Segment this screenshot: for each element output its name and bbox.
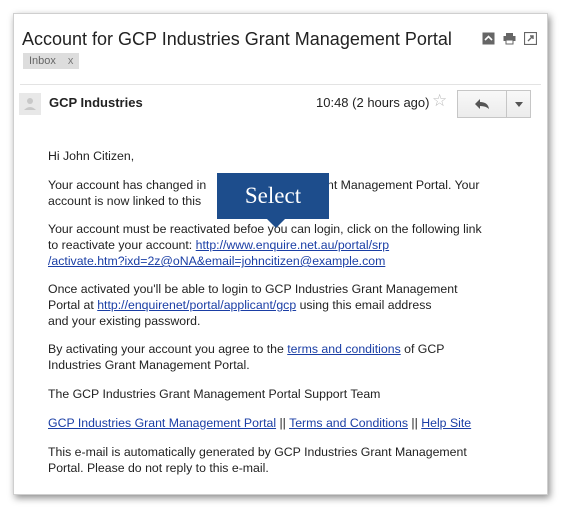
top-actions [482,32,537,45]
person-icon [24,98,36,110]
chevron-down-icon [514,101,523,107]
footer-portal-link[interactable]: GCP Industries Grant Management Portal [48,416,276,430]
reactivate-link-line2[interactable]: /activate.htm?ixd=2z@oNA&email=johncitiz… [48,254,385,268]
p3-text-a: Once activated you'll be able to login t… [48,282,458,296]
paragraph-4: By activating your account you agree to … [48,341,523,373]
reply-button[interactable] [457,90,507,118]
terms-link[interactable]: terms and conditions [287,342,400,356]
print-icon[interactable] [503,32,516,45]
p4-text-a: By activating your account you agree to … [48,342,288,356]
paragraph-2: Your account must be reactivated befoe y… [48,221,523,269]
greeting: Hi John Citizen, [48,149,135,163]
star-icon[interactable]: ☆ [432,91,447,111]
signature: The GCP Industries Grant Management Port… [48,387,381,401]
reactivate-link-line1[interactable]: http://www.enquire.net.au/portal/srp [196,238,389,252]
select-tooltip: Select [217,173,329,219]
portal-link[interactable]: http://enquirenet/portal/applicant/gcp [97,298,296,312]
footer-links: GCP Industries Grant Management Portal |… [48,415,523,431]
p4-text-c: Industries Grant Management Portal. [48,358,250,372]
p4-text-b: of GCP [400,342,445,356]
p3-text-c: using this email address [296,298,432,312]
label-text: Inbox [29,55,56,67]
remove-label-button[interactable]: x [68,53,74,69]
timestamp: 10:48 (2 hours ago) [316,95,430,110]
paragraph-3: Once activated you'll be able to login t… [48,281,523,329]
footer-separator: || [276,416,290,430]
sender-name[interactable]: GCP Industries [49,95,143,110]
p2-text-b: e you can login, click on the following … [257,222,482,236]
footer-help-link[interactable]: Help Site [421,416,471,430]
p3-text-b: Portal at [48,298,98,312]
footer-terms-link[interactable]: Terms and Conditions [289,416,408,430]
disclaimer-a: This e-mail is automatically generated b… [48,445,467,459]
reply-icon [475,99,489,109]
reply-group [457,90,531,118]
disclaimer: This e-mail is automatically generated b… [48,444,523,476]
p1-text-a: Your account has changed in [48,178,207,192]
p2-text-c: to reactivate your account: [48,238,196,252]
avatar [19,93,41,115]
label-inbox[interactable]: Inbox x [23,53,80,69]
disclaimer-b: Portal. Please do not reply to this e-ma… [48,461,269,475]
p3-text-d: and your existing password. [48,314,201,328]
email-subject: Account for GCP Industries Grant Managem… [22,29,452,49]
footer-separator: || [408,416,422,430]
email-card: Account for GCP Industries Grant Managem… [13,13,548,495]
header-divider [20,84,541,85]
more-options-button[interactable] [507,90,531,118]
p1-text-c: account is now linked to this [48,194,202,208]
new-window-icon[interactable] [524,32,537,45]
archive-icon[interactable] [482,32,495,45]
p2-text-a: Your account must be reactivated befo [48,222,258,236]
tooltip-arrow [267,219,285,228]
p1-text-b: ant Management Portal. Your [320,178,480,192]
